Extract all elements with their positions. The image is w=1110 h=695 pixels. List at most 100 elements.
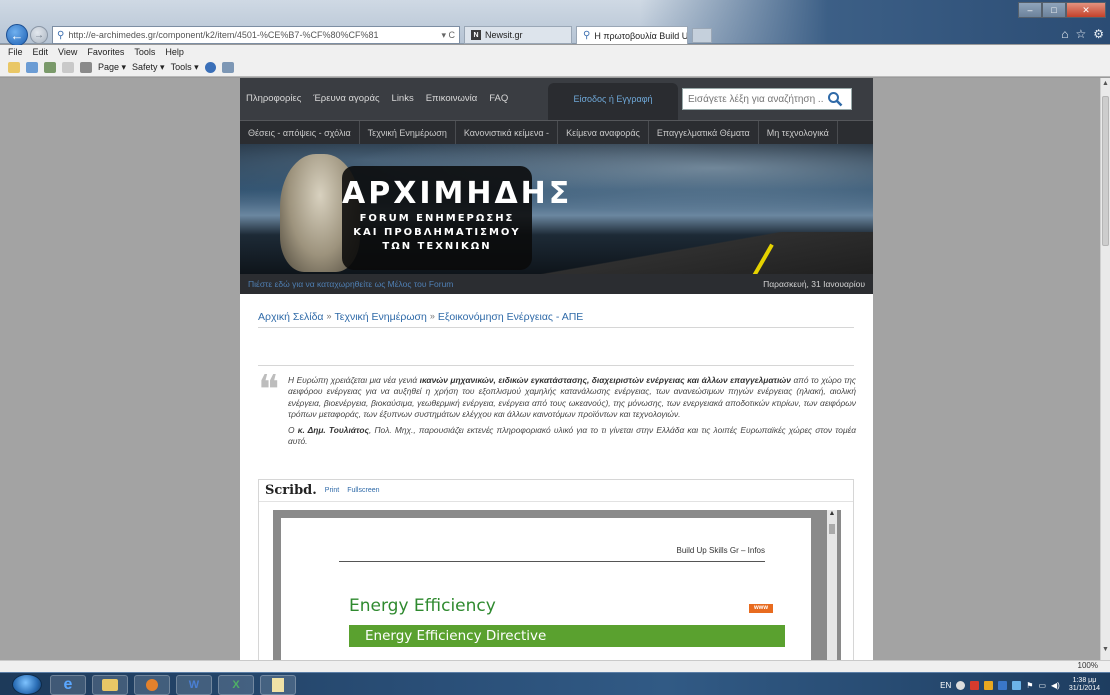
favorites-bar-icon[interactable] [8,62,20,73]
scroll-down-icon[interactable]: ▼ [1101,646,1110,658]
volume-icon[interactable]: ◀) [1051,681,1060,690]
suggested-sites-icon[interactable] [26,62,38,73]
home-page-icon[interactable] [44,62,56,73]
page-menu[interactable]: Page ▾ [98,62,126,73]
nav-item-opinions[interactable]: Θέσεις - απόψεις - σχόλια [240,120,360,145]
new-tab-button[interactable] [692,28,712,43]
address-url: http://e-archimedes.gr/component/k2/item… [68,30,379,40]
tab-label: Η πρωτοβουλία Build Up S... [594,30,688,41]
address-bar[interactable]: ⚲ http://e-archimedes.gr/component/k2/it… [52,26,460,44]
tools-menu[interactable]: Tools ▾ [171,62,199,73]
print-icon[interactable] [80,62,92,73]
article-intro-quote: ❝ Η Ευρώπη χρειάζεται μια νέα γενιά ικαν… [258,370,856,451]
word-icon[interactable]: W [176,675,212,695]
back-button[interactable]: ← [6,24,28,46]
top-links: Πληροφορίες Έρευνα αγοράς Links Επικοινω… [246,93,508,104]
language-indicator[interactable]: EN [940,681,951,690]
windows-taskbar: e W X EN ⚑ ▭ ◀) 1:38 μμ 31/1/2014 [0,672,1110,695]
divider [258,327,854,328]
website: Πληροφορίες Έρευνα αγοράς Links Επικοινω… [240,78,873,660]
login-register-tab[interactable]: Είσοδος ή Εγγραφή [548,83,678,120]
close-window-button[interactable]: ✕ [1066,2,1106,18]
file-explorer-icon[interactable] [92,675,128,695]
document-header: Build Up Skills Gr – Infos [676,546,765,555]
favorites-star-icon[interactable]: ☆ [1075,27,1086,41]
page-viewport: Πληροφορίες Έρευνα αγοράς Links Επικοινω… [0,78,1100,660]
menu-edit[interactable]: Edit [33,47,49,57]
internet-explorer-icon[interactable]: e [50,675,86,695]
feeds-icon[interactable] [62,62,74,73]
nav-item-regulations[interactable]: Κανονιστικά κείμενα - [456,120,559,145]
notepad-icon[interactable] [260,675,296,695]
start-button[interactable] [12,674,42,695]
top-link-market[interactable]: Έρευνα αγοράς [313,93,379,104]
newsit-favicon-icon: N [471,30,481,40]
connection-tray-icon[interactable] [1012,680,1022,690]
chrome-tray-icon[interactable] [956,680,966,690]
excel-icon[interactable]: X [218,675,254,695]
scribd-document-frame[interactable]: Build Up Skills Gr – Infos Energy Effici… [273,510,841,660]
network-tray-icon[interactable] [998,680,1008,690]
site-banner[interactable]: ΑΡΧΙΜΗΔΗΣ FORUM ΕΝΗΜΕΡΩΣΗΣ ΚΑΙ ΠΡΟΒΛΗΜΑΤ… [240,144,873,274]
breadcrumb-home[interactable]: Αρχική Σελίδα [258,311,324,323]
update-tray-icon[interactable] [984,680,994,690]
page-scrollbar[interactable]: ▲ ▼ [1100,78,1110,660]
nav-item-references[interactable]: Κείμενα αναφοράς [558,120,649,145]
divider [258,365,854,366]
nav-item-professional[interactable]: Επαγγελματικά Θέματα [649,120,759,145]
menu-favorites[interactable]: Favorites [87,47,124,57]
menu-tools[interactable]: Tools [134,47,155,57]
zoom-level[interactable]: 100% [1078,661,1098,670]
command-bar: Page ▾ Safety ▾ Tools ▾ [0,59,1110,77]
forward-button[interactable]: → [30,26,48,44]
info-bar: Πιέστε εδώ για να καταχωρηθείτε ως Μέλος… [240,274,873,294]
search-icon[interactable] [823,89,847,109]
top-link-links[interactable]: Links [392,93,414,104]
breadcrumb-separator: » [429,311,435,321]
flag-icon[interactable]: ⚑ [1026,681,1033,690]
clock[interactable]: 1:38 μμ 31/1/2014 [1069,677,1100,693]
home-icon[interactable]: ⌂ [1061,27,1068,41]
menu-file[interactable]: File [8,47,23,57]
register-link[interactable]: Πιέστε εδώ για να καταχωρηθείτε ως Μέλος… [248,279,453,289]
gear-icon[interactable]: ⚙ [1093,27,1104,41]
status-bar: 100% [0,660,1110,672]
media-player-icon[interactable] [134,675,170,695]
scribd-header: Scribd. Print Fullscreen [259,480,853,502]
search-input[interactable] [683,93,823,105]
antivirus-tray-icon[interactable] [970,680,980,690]
breadcrumb-energy[interactable]: Εξοικονόμηση Ενέργειας - ΑΠΕ [438,311,583,323]
document-scroll-thumb[interactable] [829,524,835,534]
tab-build-up-skills[interactable]: ⚲ Η πρωτοβουλία Build Up S... ✕ [576,26,688,44]
logo-subtitle-3: ΤΩΝ ΤΕΧΝΙΚΩΝ [382,241,492,252]
menu-view[interactable]: View [58,47,77,57]
monitor-icon[interactable]: ▭ [1038,681,1046,690]
maximize-button[interactable]: □ [1042,2,1066,18]
refresh-icon[interactable]: ▾ C [441,30,459,41]
breadcrumb-technical-news[interactable]: Τεχνική Ενημέρωση [335,311,427,323]
top-link-info[interactable]: Πληροφορίες [246,93,301,104]
scroll-up-icon[interactable]: ▲ [1101,80,1110,92]
menu-help[interactable]: Help [165,47,184,57]
top-link-faq[interactable]: FAQ [489,93,508,104]
site-logo[interactable]: ΑΡΧΙΜΗΔΗΣ FORUM ΕΝΗΜΕΡΩΣΗΣ ΚΑΙ ΠΡΟΒΛΗΜΑΤ… [342,166,569,270]
scribd-logo[interactable]: Scribd. [265,483,317,498]
breadcrumb: Αρχική Σελίδα » Τεχνική Ενημέρωση » Εξοι… [258,311,583,323]
scribd-print-link[interactable]: Print [325,487,339,494]
quote-text: Η Ευρώπη χρειάζεται μια νέα γενιά ικανών… [288,375,856,447]
current-date: Παρασκευή, 31 Ιανουαρίου [763,279,865,289]
page-scroll-thumb[interactable] [1102,96,1109,246]
main-navigation: Θέσεις - απόψεις - σχόλια Τεχνική Ενημέρ… [240,120,873,145]
top-link-contact[interactable]: Επικοινωνία [426,93,478,104]
document-scrollbar[interactable]: ▲ [827,510,837,660]
safety-menu[interactable]: Safety ▾ [132,62,165,73]
search-icon: ⚲ [57,29,65,41]
tab-newsit[interactable]: N Newsit.gr [464,26,572,44]
minimize-button[interactable]: – [1018,2,1042,18]
research-icon[interactable] [221,62,234,73]
nav-item-non-technical[interactable]: Μη τεχνολογικά [759,120,838,145]
help-icon[interactable] [204,62,216,73]
scribd-fullscreen-link[interactable]: Fullscreen [347,487,379,494]
scroll-up-icon[interactable]: ▲ [827,510,837,517]
nav-item-technical-news[interactable]: Τεχνική Ενημέρωση [360,120,456,145]
